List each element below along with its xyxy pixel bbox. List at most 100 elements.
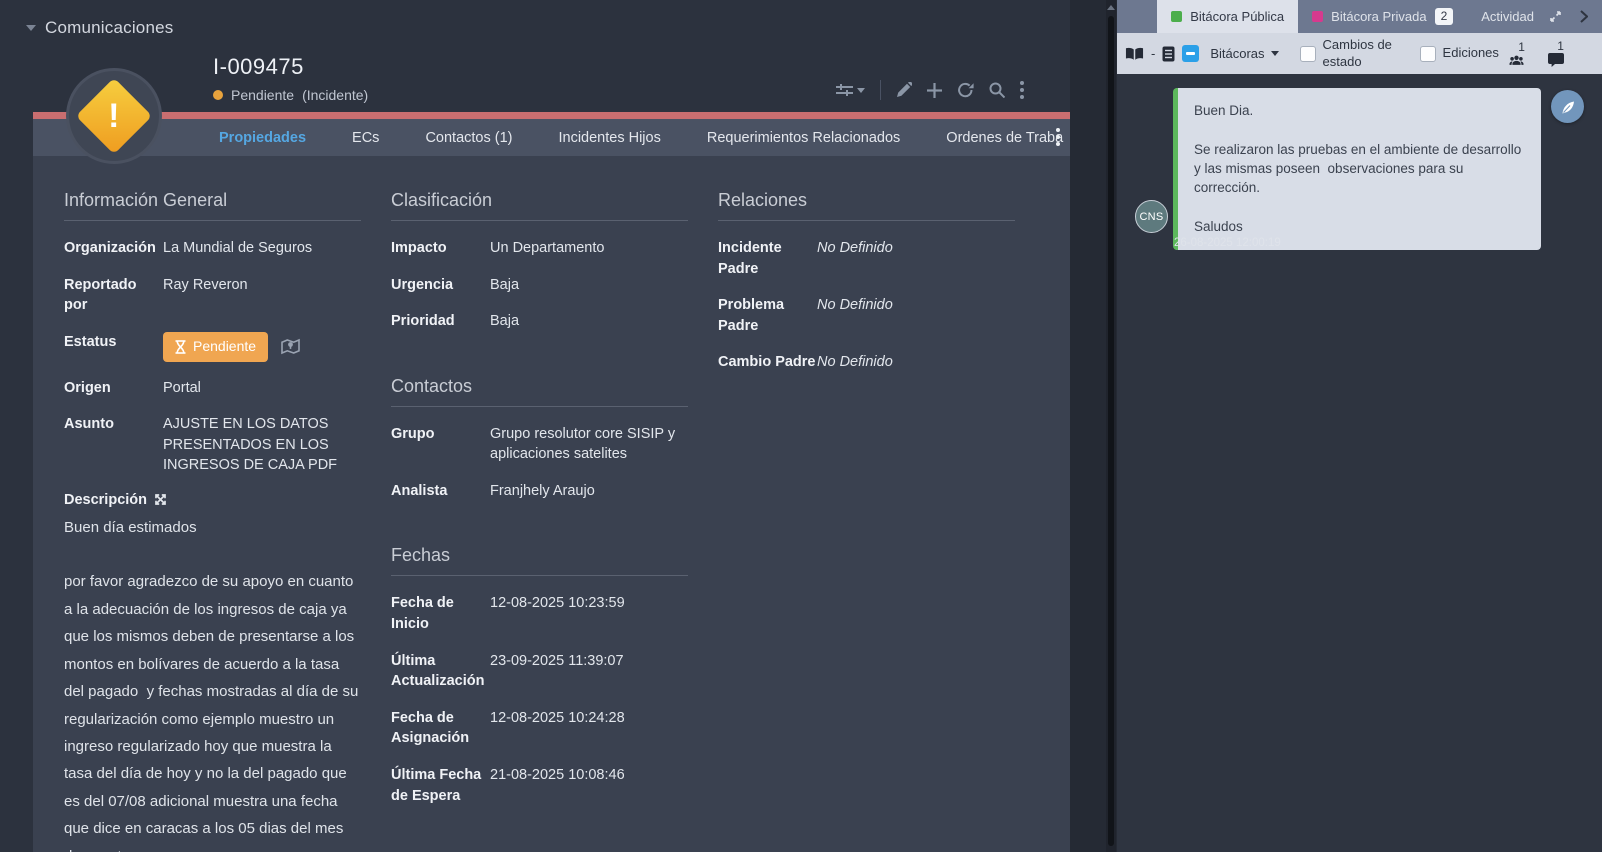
description-header: Descripción [64, 492, 361, 508]
add-button[interactable] [927, 83, 942, 98]
field-cambio-padre: Cambio Padre No Definido [718, 352, 1015, 373]
ticket-id: I-009475 [213, 54, 368, 80]
field-label: Grupo [391, 424, 490, 465]
field-estatus: Estatus Pendiente [64, 332, 361, 362]
filter-button[interactable] [836, 83, 865, 97]
field-label: Prioridad [391, 311, 490, 332]
avatar[interactable]: CNS [1135, 200, 1168, 233]
exclamation-glyph: ! [108, 99, 119, 133]
tab-ordenes-de-trabajo[interactable]: Ordenes de Traba [923, 130, 1070, 146]
ticket-card: Propiedades ECs Contactos (1) Incidentes… [33, 112, 1070, 852]
main-ticket-region: Comunicaciones I-009475 Pendiente (Incid… [0, 0, 1070, 852]
log-panel: Bitácora Pública Bitácora Privada 2 Acti… [1117, 0, 1602, 852]
expand-panel-icon[interactable] [1549, 10, 1562, 23]
field-problema-padre: Problema Padre No Definido [718, 295, 1015, 336]
field-label: Estatus [64, 332, 163, 362]
field-value: No Definido [817, 352, 1015, 373]
ticket-toolbar [836, 80, 1024, 100]
refresh-icon [957, 82, 974, 98]
field-value: Portal [163, 378, 361, 399]
checkbox-label: Cambios de estado [1323, 37, 1399, 70]
section-title: Fechas [391, 545, 688, 576]
section-title: Clasificación [391, 190, 688, 221]
collapse-entries-icon[interactable] [1182, 45, 1199, 62]
state-changes-filter: Cambios de estado [1300, 37, 1399, 70]
tab-contactos[interactable]: Contactos (1) [402, 130, 535, 146]
main-scrollbar[interactable] [1106, 0, 1116, 852]
editions-checkbox[interactable] [1420, 46, 1436, 62]
column-clasificacion: Clasificación Impacto Un Departamento Ur… [391, 190, 688, 852]
scrollbar-thumb[interactable] [1108, 16, 1114, 846]
field-ultima-actualizacion: Última Actualización 23-09-2025 11:39:07 [391, 651, 688, 692]
tab-actividad[interactable]: Actividad [1467, 0, 1602, 33]
checkbox-label: Ediciones [1443, 45, 1499, 61]
chevron-down-icon [1271, 51, 1279, 56]
ticket-subtitle: Pendiente (Incidente) [213, 87, 368, 103]
field-fecha-asignacion: Fecha de Asignación 12-08-2025 10:24:28 [391, 708, 688, 749]
tab-bitacora-publica[interactable]: Bitácora Pública [1157, 0, 1298, 33]
participants-counter: 1 [1508, 41, 1525, 66]
tab-ecs[interactable]: ECs [329, 130, 402, 146]
field-ultima-fecha-espera: Última Fecha de Espera 21-08-2025 10:08:… [391, 765, 688, 806]
field-label: Incidente Padre [718, 238, 817, 279]
organization-link[interactable]: La Mundial de Seguros [163, 238, 361, 259]
editions-filter: Ediciones [1420, 45, 1499, 61]
tab-propiedades[interactable]: Propiedades [196, 130, 329, 146]
more-button[interactable] [1020, 81, 1024, 99]
field-fecha-inicio: Fecha de Inicio 12-08-2025 10:23:59 [391, 593, 688, 634]
state-changes-checkbox[interactable] [1300, 46, 1316, 62]
refresh-button[interactable] [957, 82, 974, 98]
breadcrumb[interactable]: Comunicaciones [26, 18, 173, 38]
chevron-down-icon [857, 88, 865, 93]
section-title: Contactos [391, 376, 688, 407]
tab-label: Bitácora Privada [1331, 9, 1426, 24]
field-asunto: Asunto AJUSTE EN LOS DATOS PRESENTADOS E… [64, 414, 361, 476]
pencil-icon [896, 82, 912, 98]
field-analista: Analista Franjhely Araujo [391, 481, 688, 502]
expand-description-icon[interactable] [154, 493, 167, 506]
ticket-title-block: I-009475 Pendiente (Incidente) [213, 54, 368, 103]
tabs-overflow-button[interactable] [1056, 128, 1060, 151]
search-icon [989, 82, 1005, 98]
collapse-caret-icon[interactable] [26, 25, 36, 31]
field-label: Cambio Padre [718, 352, 817, 373]
field-label: Reportado por [64, 275, 163, 316]
tab-bitacora-privada[interactable]: Bitácora Privada 2 [1298, 0, 1467, 33]
status-dot-icon [213, 90, 223, 100]
section-clasificacion: Clasificación Impacto Un Departamento Ur… [391, 190, 688, 332]
status-badge-label: Pendiente [193, 337, 256, 357]
journal-icon[interactable] [1162, 46, 1175, 62]
collapse-panel-chevron-icon[interactable] [1580, 10, 1588, 23]
field-label: Organización [64, 238, 163, 259]
scroll-up-arrow-icon[interactable] [1107, 5, 1115, 10]
reporter-link[interactable]: Ray Reveron [163, 275, 361, 316]
search-button[interactable] [989, 82, 1005, 98]
field-label: Fecha de Inicio [391, 593, 490, 634]
field-organizacion: Organización La Mundial de Seguros [64, 238, 361, 259]
tab-requerimientos-relacionados[interactable]: Requerimientos Relacionados [684, 130, 923, 146]
field-value: Baja [490, 275, 688, 296]
field-grupo: Grupo Grupo resolutor core SISIP y aplic… [391, 424, 688, 465]
hourglass-icon [175, 340, 186, 354]
analyst-link[interactable]: Franjhely Araujo [490, 481, 688, 502]
log-comment-bubble: Buen Dia. Se realizaron las pruebas en e… [1173, 88, 1541, 250]
ticket-tabbar: Propiedades ECs Contactos (1) Incidentes… [33, 119, 1070, 156]
status-badge[interactable]: Pendiente [163, 332, 268, 362]
incident-type-icon: ! [66, 68, 162, 164]
edit-button[interactable] [896, 82, 912, 98]
add-comment-button[interactable] [1551, 90, 1584, 123]
open-book-icon[interactable] [1125, 47, 1144, 61]
field-label: Origen [64, 378, 163, 399]
comment-line: Saludos [1194, 218, 1525, 237]
field-label: Fecha de Asignación [391, 708, 490, 749]
comment-line: Buen Dia. [1194, 102, 1525, 121]
people-icon [1508, 54, 1525, 66]
field-value: 12-08-2025 10:23:59 [490, 593, 688, 634]
breadcrumb-label: Comunicaciones [45, 18, 173, 38]
comment-timestamp: 26-08-2025 12:00:19 [1174, 237, 1281, 249]
field-value: Baja [490, 311, 688, 332]
bitacoras-dropdown[interactable]: Bitácoras [1210, 46, 1278, 61]
tab-incidentes-hijos[interactable]: Incidentes Hijos [535, 130, 683, 146]
group-link[interactable]: Grupo resolutor core SISIP y aplicacione… [490, 424, 688, 465]
workflow-map-icon[interactable] [281, 338, 300, 355]
